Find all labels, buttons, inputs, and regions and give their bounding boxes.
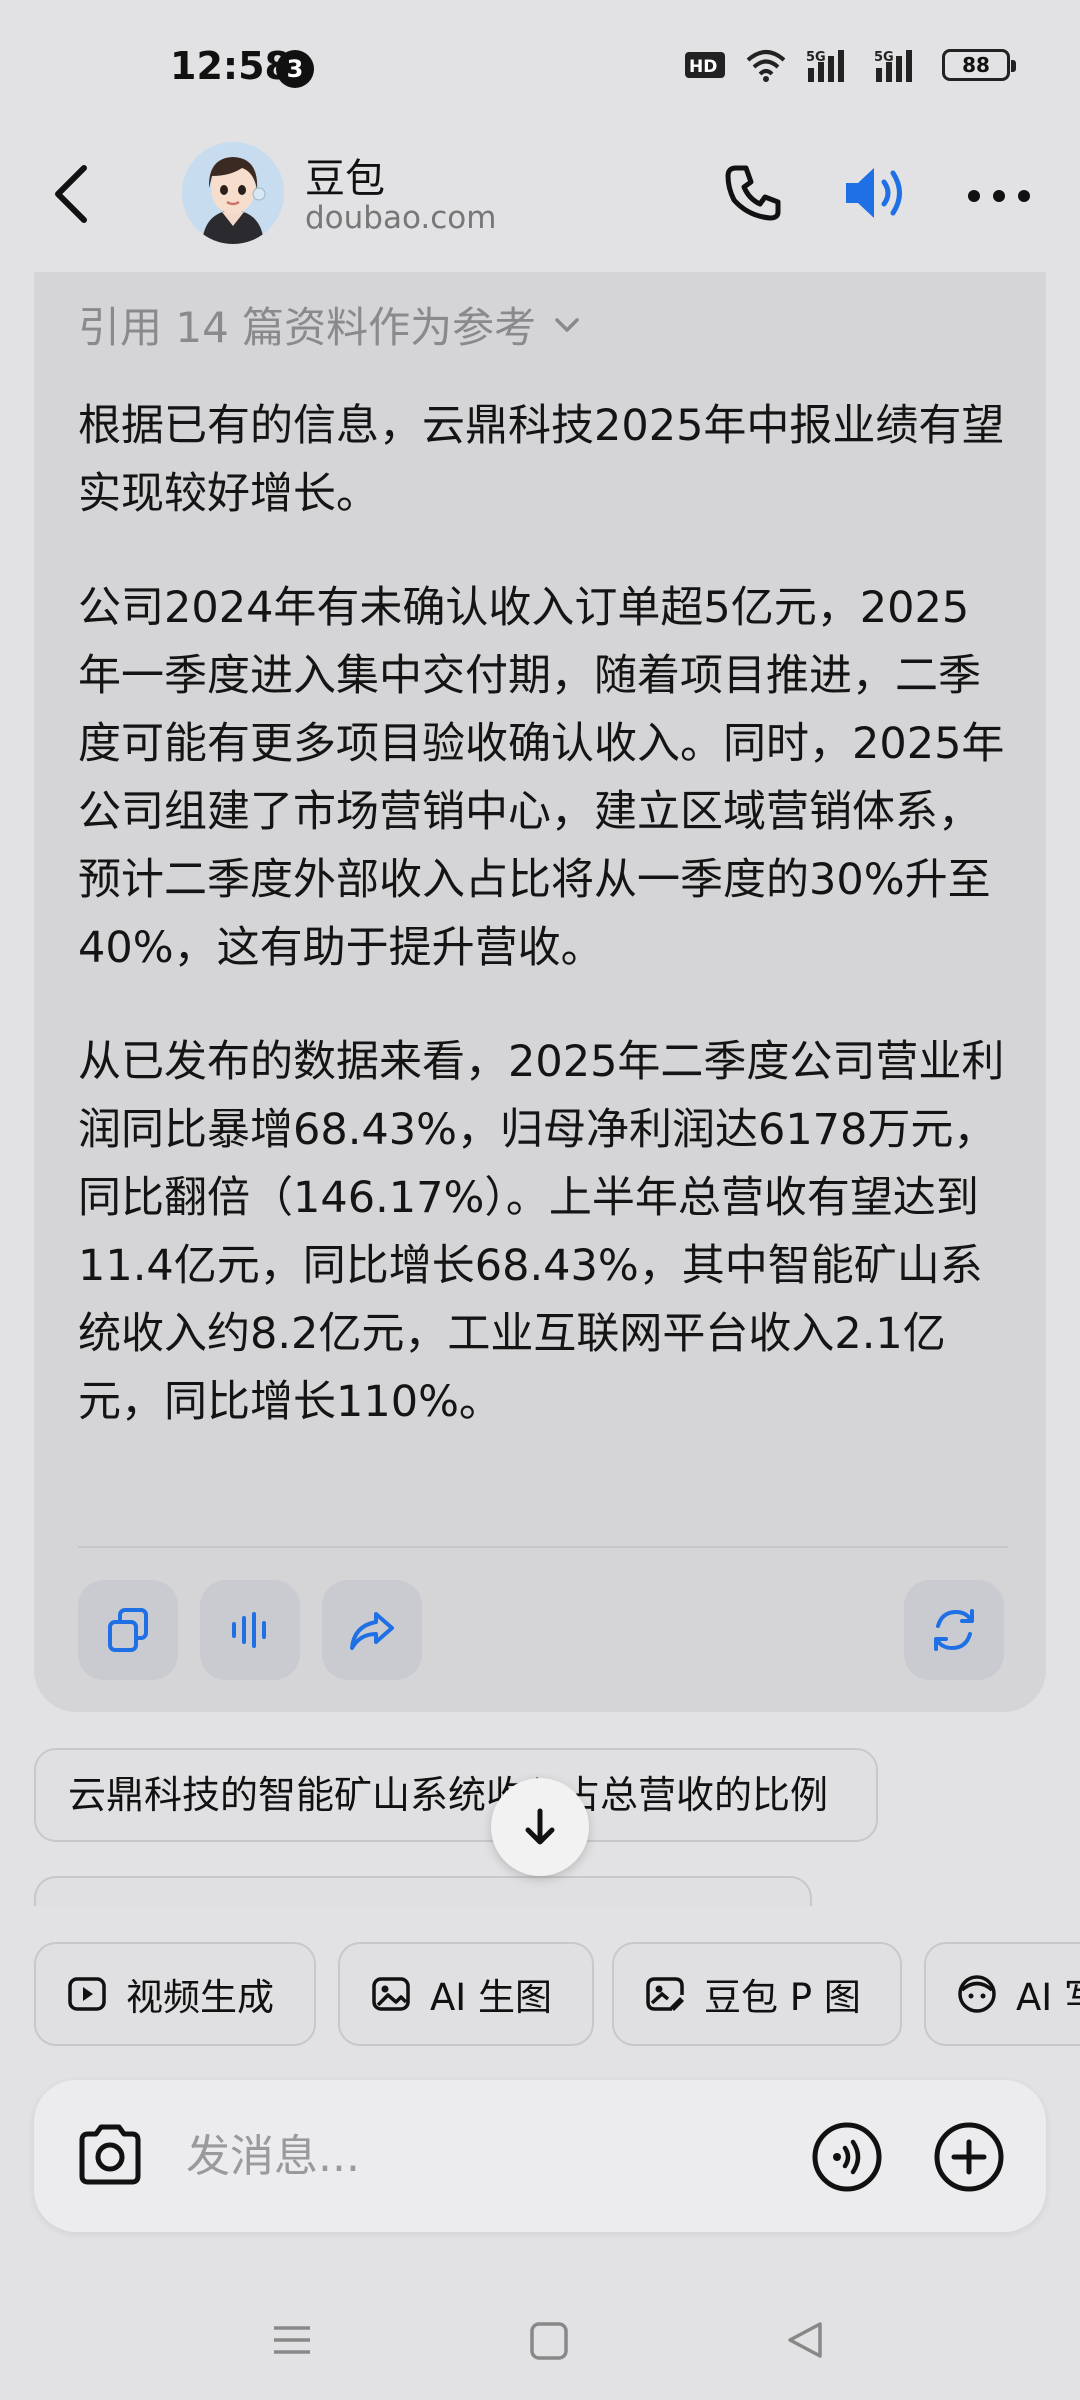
message-input[interactable] — [186, 2124, 786, 2188]
regenerate-button[interactable] — [904, 1580, 1004, 1680]
answer-paragraph: 公司2024年有未确认收入订单超5亿元，2025年一季度进入集中交付期，随着项目… — [78, 583, 1005, 973]
system-nav-bar — [0, 2300, 1080, 2400]
plus-circle-icon — [934, 2122, 1004, 2192]
avatar-illustration — [182, 142, 284, 244]
signal-5g-icon: 5G — [806, 50, 844, 82]
read-aloud-button[interactable] — [200, 1580, 300, 1680]
more-options-button[interactable] — [962, 160, 1036, 230]
share-icon — [350, 1612, 394, 1650]
more-horizontal-icon — [968, 190, 1030, 202]
nav-home-button[interactable] — [528, 2320, 570, 2362]
speaker-toggle-button[interactable] — [838, 156, 912, 230]
call-button[interactable] — [718, 158, 788, 228]
tool-ai-writing[interactable]: AI 写 — [924, 1942, 1080, 2046]
chevron-left-icon — [55, 165, 87, 223]
bot-domain: doubao.com — [305, 200, 497, 236]
regenerate-icon — [934, 1609, 974, 1651]
status-bar: 12:58 3 HD 5G 5G 88 — [0, 0, 1080, 130]
hd-icon: HD — [685, 52, 725, 78]
scroll-to-bottom-button[interactable] — [491, 1778, 589, 1876]
references-toggle[interactable]: 引用 14 篇资料作为参考 — [78, 294, 584, 355]
divider — [78, 1546, 1008, 1548]
signal-5g-icon-2: 5G — [874, 50, 912, 82]
photo-edit-icon — [646, 1977, 684, 2011]
tool-label: 豆包 P 图 — [704, 1976, 861, 2019]
bot-avatar[interactable] — [182, 142, 284, 244]
wifi-icon — [746, 50, 786, 82]
chat-header: 豆包 doubao.com — [0, 130, 1080, 260]
triangle-back-icon — [788, 2322, 822, 2358]
answer-paragraph: 从已发布的数据来看，2025年二季度公司营业利润同比暴增68.43%，归母净利润… — [78, 1037, 1005, 1427]
notification-count-badge: 3 — [276, 50, 314, 88]
voice-input-icon — [812, 2122, 882, 2192]
nav-recents-button[interactable] — [272, 2320, 312, 2360]
phone-icon — [725, 165, 781, 221]
back-button[interactable] — [40, 158, 110, 228]
status-icons: HD 5G 5G 88 — [684, 48, 1016, 82]
tool-ai-image[interactable]: AI 生图 — [338, 1942, 594, 2046]
battery-indicator: 88 — [942, 49, 1016, 81]
chevron-down-icon — [555, 317, 579, 332]
tool-photo-edit[interactable]: 豆包 P 图 — [612, 1942, 902, 2046]
more-input-button[interactable] — [932, 2120, 1006, 2194]
suggested-question[interactable]: 云鼎科技的智能矿山系统收入占总营收的比例 — [34, 1748, 878, 1842]
share-button[interactable] — [322, 1580, 422, 1680]
answer-card: 引用 14 篇资料作为参考 根据已有的信息，云鼎科技2025年中报业绩有望实现较… — [34, 272, 1046, 1712]
voice-input-button[interactable] — [810, 2120, 884, 2194]
image-icon — [372, 1977, 410, 2011]
copy-button[interactable] — [78, 1580, 178, 1680]
status-time: 12:58 — [170, 44, 291, 88]
copy-icon — [108, 1608, 148, 1652]
suggested-question-partial[interactable] — [34, 1876, 812, 1906]
tool-label: AI 写 — [1016, 1976, 1080, 2019]
tool-video-generation[interactable]: 视频生成 — [34, 1942, 316, 2046]
svg-text:HD: HD — [689, 57, 717, 77]
square-icon — [530, 2322, 568, 2360]
face-icon — [958, 1975, 996, 2013]
menu-icon — [274, 2326, 310, 2354]
tool-label: AI 生图 — [430, 1976, 552, 2019]
speaker-on-icon — [846, 168, 902, 218]
references-label: 引用 14 篇资料作为参考 — [78, 303, 537, 352]
nav-back-button[interactable] — [784, 2318, 826, 2362]
answer-text: 根据已有的信息，云鼎科技2025年中报业绩有望实现较好增长。 公司2024年有未… — [78, 392, 1008, 1482]
tool-label: 视频生成 — [126, 1976, 274, 2019]
arrow-down-icon — [525, 1808, 555, 1845]
answer-paragraph: 根据已有的信息，云鼎科技2025年中报业绩有望实现较好增长。 — [78, 401, 1005, 519]
message-composer — [34, 2080, 1046, 2232]
voice-wave-icon — [232, 1612, 266, 1648]
camera-icon — [79, 2124, 141, 2185]
bot-name: 豆包 — [305, 156, 385, 202]
video-play-icon — [68, 1977, 106, 2011]
tools-row: 视频生成 AI 生图 豆包 P 图 AI 写 — [34, 1942, 1080, 2046]
camera-button[interactable] — [72, 2120, 148, 2192]
